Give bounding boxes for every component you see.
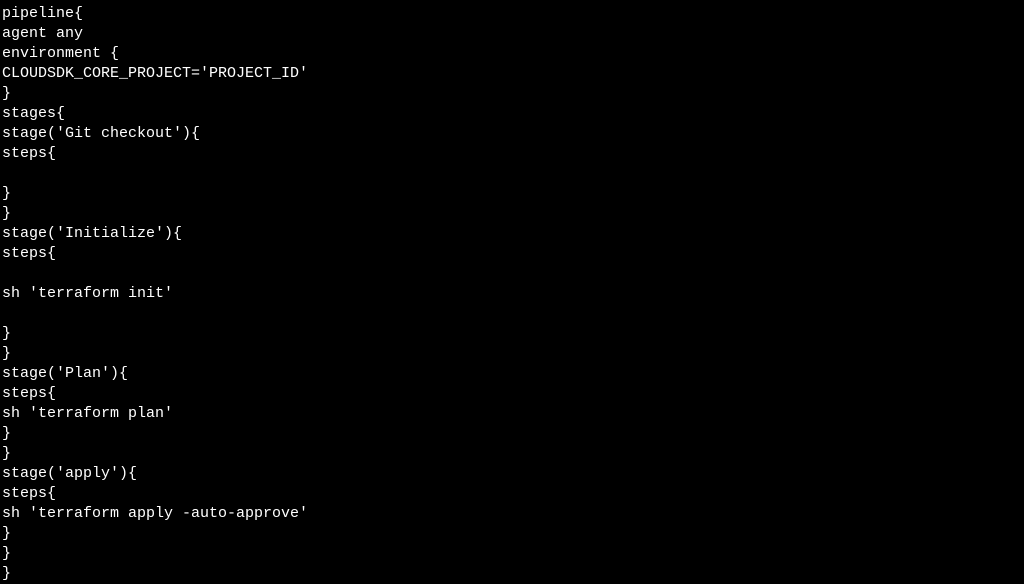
code-line <box>2 164 1024 184</box>
code-line: pipeline{ <box>2 4 1024 24</box>
code-line: stage('Plan'){ <box>2 364 1024 384</box>
code-line: steps{ <box>2 144 1024 164</box>
code-line: steps{ <box>2 244 1024 264</box>
code-line <box>2 304 1024 324</box>
code-line: sh 'terraform apply -auto-approve' <box>2 504 1024 524</box>
code-line: } <box>2 204 1024 224</box>
code-line: CLOUDSDK_CORE_PROJECT='PROJECT_ID' <box>2 64 1024 84</box>
code-line: } <box>2 544 1024 564</box>
code-line: stage('apply'){ <box>2 464 1024 484</box>
code-line: sh 'terraform plan' <box>2 404 1024 424</box>
code-line: steps{ <box>2 384 1024 404</box>
code-line: environment { <box>2 44 1024 64</box>
code-line: steps{ <box>2 484 1024 504</box>
code-line <box>2 264 1024 284</box>
code-line: } <box>2 444 1024 464</box>
code-line: stage('Initialize'){ <box>2 224 1024 244</box>
code-block: pipeline{ agent any environment { CLOUDS… <box>2 4 1024 584</box>
code-line: stages{ <box>2 104 1024 124</box>
code-line: } <box>2 524 1024 544</box>
code-line: } <box>2 184 1024 204</box>
code-line: agent any <box>2 24 1024 44</box>
code-line: } <box>2 84 1024 104</box>
code-line: } <box>2 344 1024 364</box>
code-line: stage('Git checkout'){ <box>2 124 1024 144</box>
code-line: } <box>2 564 1024 584</box>
code-line: sh 'terraform init' <box>2 284 1024 304</box>
code-line: } <box>2 324 1024 344</box>
code-line: } <box>2 424 1024 444</box>
